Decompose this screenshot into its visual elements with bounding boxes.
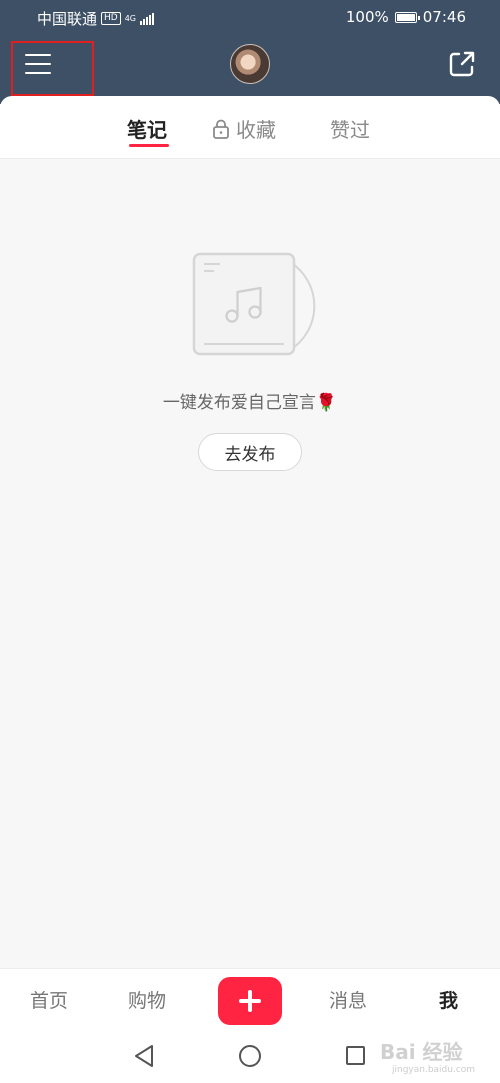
profile-header — [0, 34, 500, 104]
network-type: 4G — [124, 13, 137, 23]
tab-notes-label: 笔记 — [127, 118, 167, 142]
bottom-navigation: 首页 购物 消息 我 — [0, 968, 500, 1029]
create-post-button[interactable] — [218, 977, 282, 1025]
hamburger-menu-icon — [25, 54, 51, 76]
tab-favorites-label: 收藏 — [236, 118, 276, 142]
system-navigation-bar: Bai 经验 jingyan.baidu.com — [0, 1028, 500, 1083]
active-tab-indicator — [129, 144, 169, 147]
share-button[interactable] — [446, 48, 478, 80]
nav-shopping[interactable]: 购物 — [128, 986, 166, 1013]
back-triangle-icon[interactable] — [133, 1044, 155, 1068]
rose-icon: 🌹 — [315, 393, 338, 413]
home-circle-icon[interactable] — [239, 1045, 261, 1067]
carrier-label: 中国联通 — [37, 10, 98, 28]
battery-icon — [394, 11, 420, 23]
empty-notes-illustration — [192, 252, 316, 356]
tab-favorites[interactable]: 收藏 — [212, 114, 276, 143]
share-external-icon — [449, 51, 475, 77]
tab-notes[interactable]: 笔记 — [127, 114, 169, 147]
lock-icon — [213, 119, 229, 139]
empty-message-text: 一键发布爱自己宣言 — [162, 393, 316, 413]
tab-liked-label: 赞过 — [330, 118, 370, 142]
tab-bar: 笔记 收藏 赞过 — [0, 96, 500, 159]
avatar[interactable] — [230, 44, 270, 84]
hd-badge: HD — [101, 12, 121, 25]
empty-state-message: 一键发布爱自己宣言🌹 — [0, 388, 500, 413]
nav-home[interactable]: 首页 — [30, 986, 68, 1013]
clock: 07:46 — [422, 8, 466, 26]
status-bar: 中国联通 HD 4G 100% 07:46 — [0, 0, 500, 34]
menu-button[interactable] — [11, 41, 94, 96]
watermark-logo: Bai 经验 — [380, 1040, 463, 1064]
nav-messages[interactable]: 消息 — [329, 986, 367, 1013]
watermark-url: jingyan.baidu.com — [392, 1065, 476, 1075]
publish-button[interactable]: 去发布 — [198, 433, 302, 471]
nav-me[interactable]: 我 — [439, 986, 458, 1013]
tab-liked[interactable]: 赞过 — [330, 114, 370, 143]
recent-apps-square-icon[interactable] — [346, 1046, 365, 1065]
signal-icon — [140, 12, 155, 25]
battery-percent: 100% — [345, 8, 389, 26]
